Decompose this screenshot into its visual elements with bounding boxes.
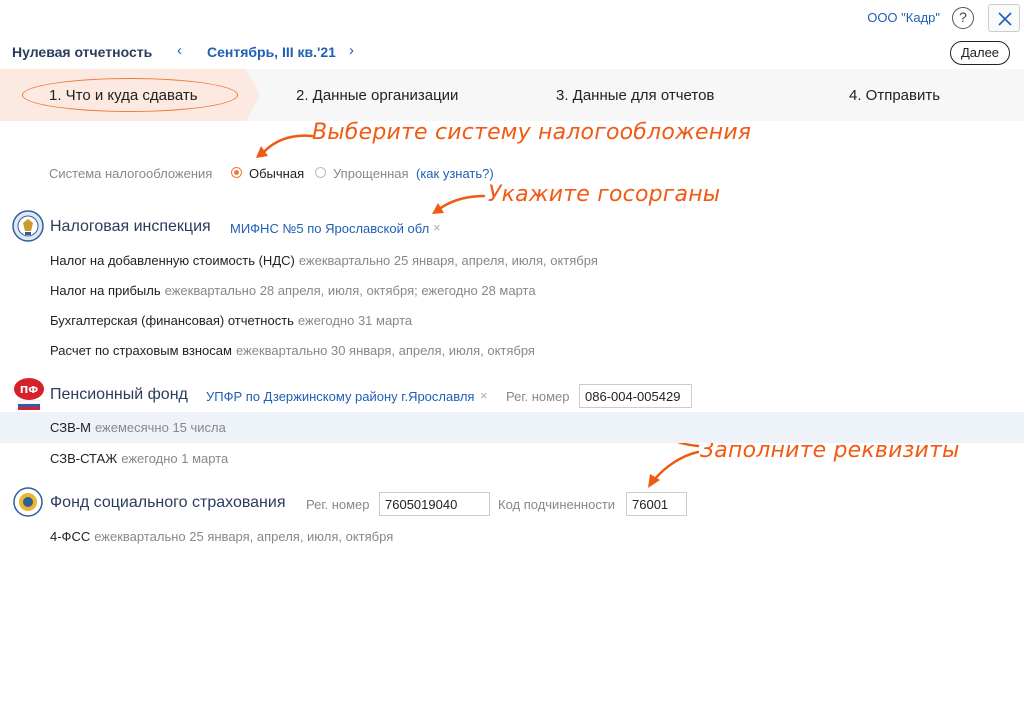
close-button[interactable] [988, 4, 1020, 32]
radio-simplified-label[interactable]: Упрощенная [333, 166, 409, 181]
social-fund-logo-icon [13, 487, 43, 517]
tax-system-annotation: Выберите систему налогообложения [312, 120, 752, 145]
svg-text:ПФ: ПФ [20, 385, 38, 396]
social-reg-label: Рег. номер [306, 497, 370, 512]
next-button[interactable]: Далее [950, 41, 1010, 65]
page-title: Нулевая отчетность [12, 44, 153, 60]
report-due: ежеквартально 25 января, апреля, июля, о… [94, 529, 394, 544]
step-1[interactable]: 1. Что и куда сдавать [49, 87, 198, 104]
tax-agency-link[interactable]: МИФНС №5 по Ярославской обл [230, 221, 429, 236]
report-name: Расчет по страховым взносам [50, 343, 232, 358]
report-due: ежегодно 31 марта [297, 313, 413, 328]
pension-fund-logo-icon: ПФ [14, 378, 44, 410]
social-reg-number-input[interactable] [379, 492, 490, 516]
how-to-know-link[interactable]: (как узнать?) [416, 166, 494, 181]
prev-period-button[interactable]: ‹ [177, 42, 182, 59]
radio-regular[interactable] [231, 167, 242, 178]
sub-code-input[interactable] [626, 492, 687, 516]
remove-pension-agency-icon[interactable]: × [480, 388, 488, 403]
next-period-button[interactable]: › [349, 42, 354, 59]
report-item: СЗВ-СТАЖ ежегодно 1 марта [50, 451, 228, 466]
agencies-annotation: Укажите госорганы [488, 182, 721, 207]
tax-inspection-title: Налоговая инспекция [50, 218, 211, 235]
report-due: ежеквартально 28 апреля, июля, октября; … [164, 283, 536, 298]
tax-service-logo-icon [12, 210, 44, 242]
arrow-icon [648, 450, 700, 488]
arrow-icon [432, 194, 486, 214]
report-item: Налог на добавленную стоимость (НДС) ежек… [50, 253, 598, 268]
pension-reg-label: Рег. номер [506, 389, 570, 404]
report-name: 4-ФСС [50, 529, 91, 544]
report-name: Налог на добавленную стоимость (НДС) [50, 253, 295, 268]
step-4[interactable]: 4. Отправить [849, 87, 940, 104]
report-name: СЗВ-М [50, 420, 91, 435]
report-name: Налог на прибыль [50, 283, 161, 298]
sub-code-label: Код подчиненности [498, 497, 616, 512]
pension-fund-title: Пенсионный фонд [50, 386, 188, 403]
tax-system-label: Система налогообложения [49, 166, 213, 181]
org-name-link[interactable]: ООО "Кадр" [867, 10, 940, 25]
step-2[interactable]: 2. Данные организации [296, 87, 458, 104]
social-fund-title: Фонд социального страхования [50, 494, 286, 511]
report-item: СЗВ-М ежемесячно 15 числа [50, 420, 226, 435]
remove-tax-agency-icon[interactable]: × [433, 220, 441, 235]
step-3[interactable]: 3. Данные для отчетов [556, 87, 714, 104]
radio-regular-label[interactable]: Обычная [249, 166, 304, 181]
arrow-icon [256, 134, 314, 158]
report-due: ежеквартально 30 января, апреля, июля, о… [235, 343, 535, 358]
report-item: 4-ФСС ежеквартально 25 января, апреля, ию… [50, 529, 393, 544]
report-due: ежемесячно 15 числа [94, 420, 226, 435]
report-item: Налог на прибыль ежеквартально 28 апреля,… [50, 283, 536, 298]
report-due: ежегодно 1 марта [121, 451, 229, 466]
close-icon [998, 12, 1012, 26]
pension-reg-number-input[interactable] [579, 384, 692, 408]
report-name: Бухгалтерская (финансовая) отчетность [50, 313, 294, 328]
help-icon[interactable]: ? [952, 7, 974, 29]
report-item: Расчет по страховым взносам ежеквартально… [50, 343, 535, 358]
pension-agency-link[interactable]: УПФР по Дзержинскому району г.Ярославля [206, 389, 474, 404]
report-item: Бухгалтерская (финансовая) отчетность еже… [50, 313, 412, 328]
period-selector[interactable]: Сентябрь, III кв.'21 [207, 44, 336, 60]
radio-simplified[interactable] [315, 167, 326, 178]
report-due: ежеквартально 25 января, апреля, июля, о… [298, 253, 598, 268]
report-name: СЗВ-СТАЖ [50, 451, 118, 466]
